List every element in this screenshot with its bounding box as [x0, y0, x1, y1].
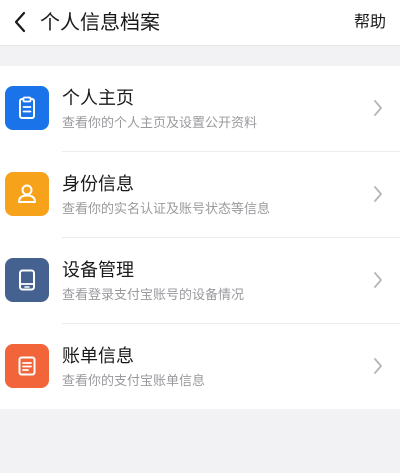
menu-item-personal-homepage[interactable]: 个人主页 查看你的个人主页及设置公开资料: [0, 66, 400, 152]
menu-item-title: 身份信息: [62, 174, 134, 195]
menu-item-title: 账单信息: [62, 346, 134, 367]
menu-item-bill-info[interactable]: 账单信息 查看你的支付宝账单信息: [0, 324, 400, 410]
help-button[interactable]: 帮助: [354, 11, 386, 33]
menu-item-description: 查看你的个人主页及设置公开资料: [62, 116, 258, 131]
chevron-right-icon: [374, 358, 382, 374]
navigation-bar: 个人信息档案 帮助: [0, 0, 400, 46]
menu-item-device-management[interactable]: 设备管理 查看登录支付宝账号的设备情况: [0, 238, 400, 324]
bill-icon: [5, 344, 49, 388]
tablet-icon: [5, 258, 49, 302]
back-button[interactable]: [4, 6, 36, 38]
menu-item-title: 设备管理: [62, 260, 134, 281]
menu-list: 个人主页 查看你的个人主页及设置公开资料 身份信息 查看你的实名认证及账号状态等…: [0, 66, 400, 409]
chevron-left-icon: [14, 11, 26, 33]
person-icon: [5, 172, 49, 216]
chevron-right-icon: [374, 186, 382, 202]
menu-item-title: 个人主页: [62, 88, 134, 109]
clipboard-icon: [5, 86, 49, 130]
menu-item-identity-info[interactable]: 身份信息 查看你的实名认证及账号状态等信息: [0, 152, 400, 238]
menu-item-description: 查看登录支付宝账号的设备情况: [62, 288, 245, 303]
menu-item-description: 查看你的实名认证及账号状态等信息: [62, 202, 271, 217]
menu-item-description: 查看你的支付宝账单信息: [62, 374, 206, 389]
page-title: 个人信息档案: [40, 10, 160, 34]
chevron-right-icon: [374, 272, 382, 288]
chevron-right-icon: [374, 100, 382, 116]
